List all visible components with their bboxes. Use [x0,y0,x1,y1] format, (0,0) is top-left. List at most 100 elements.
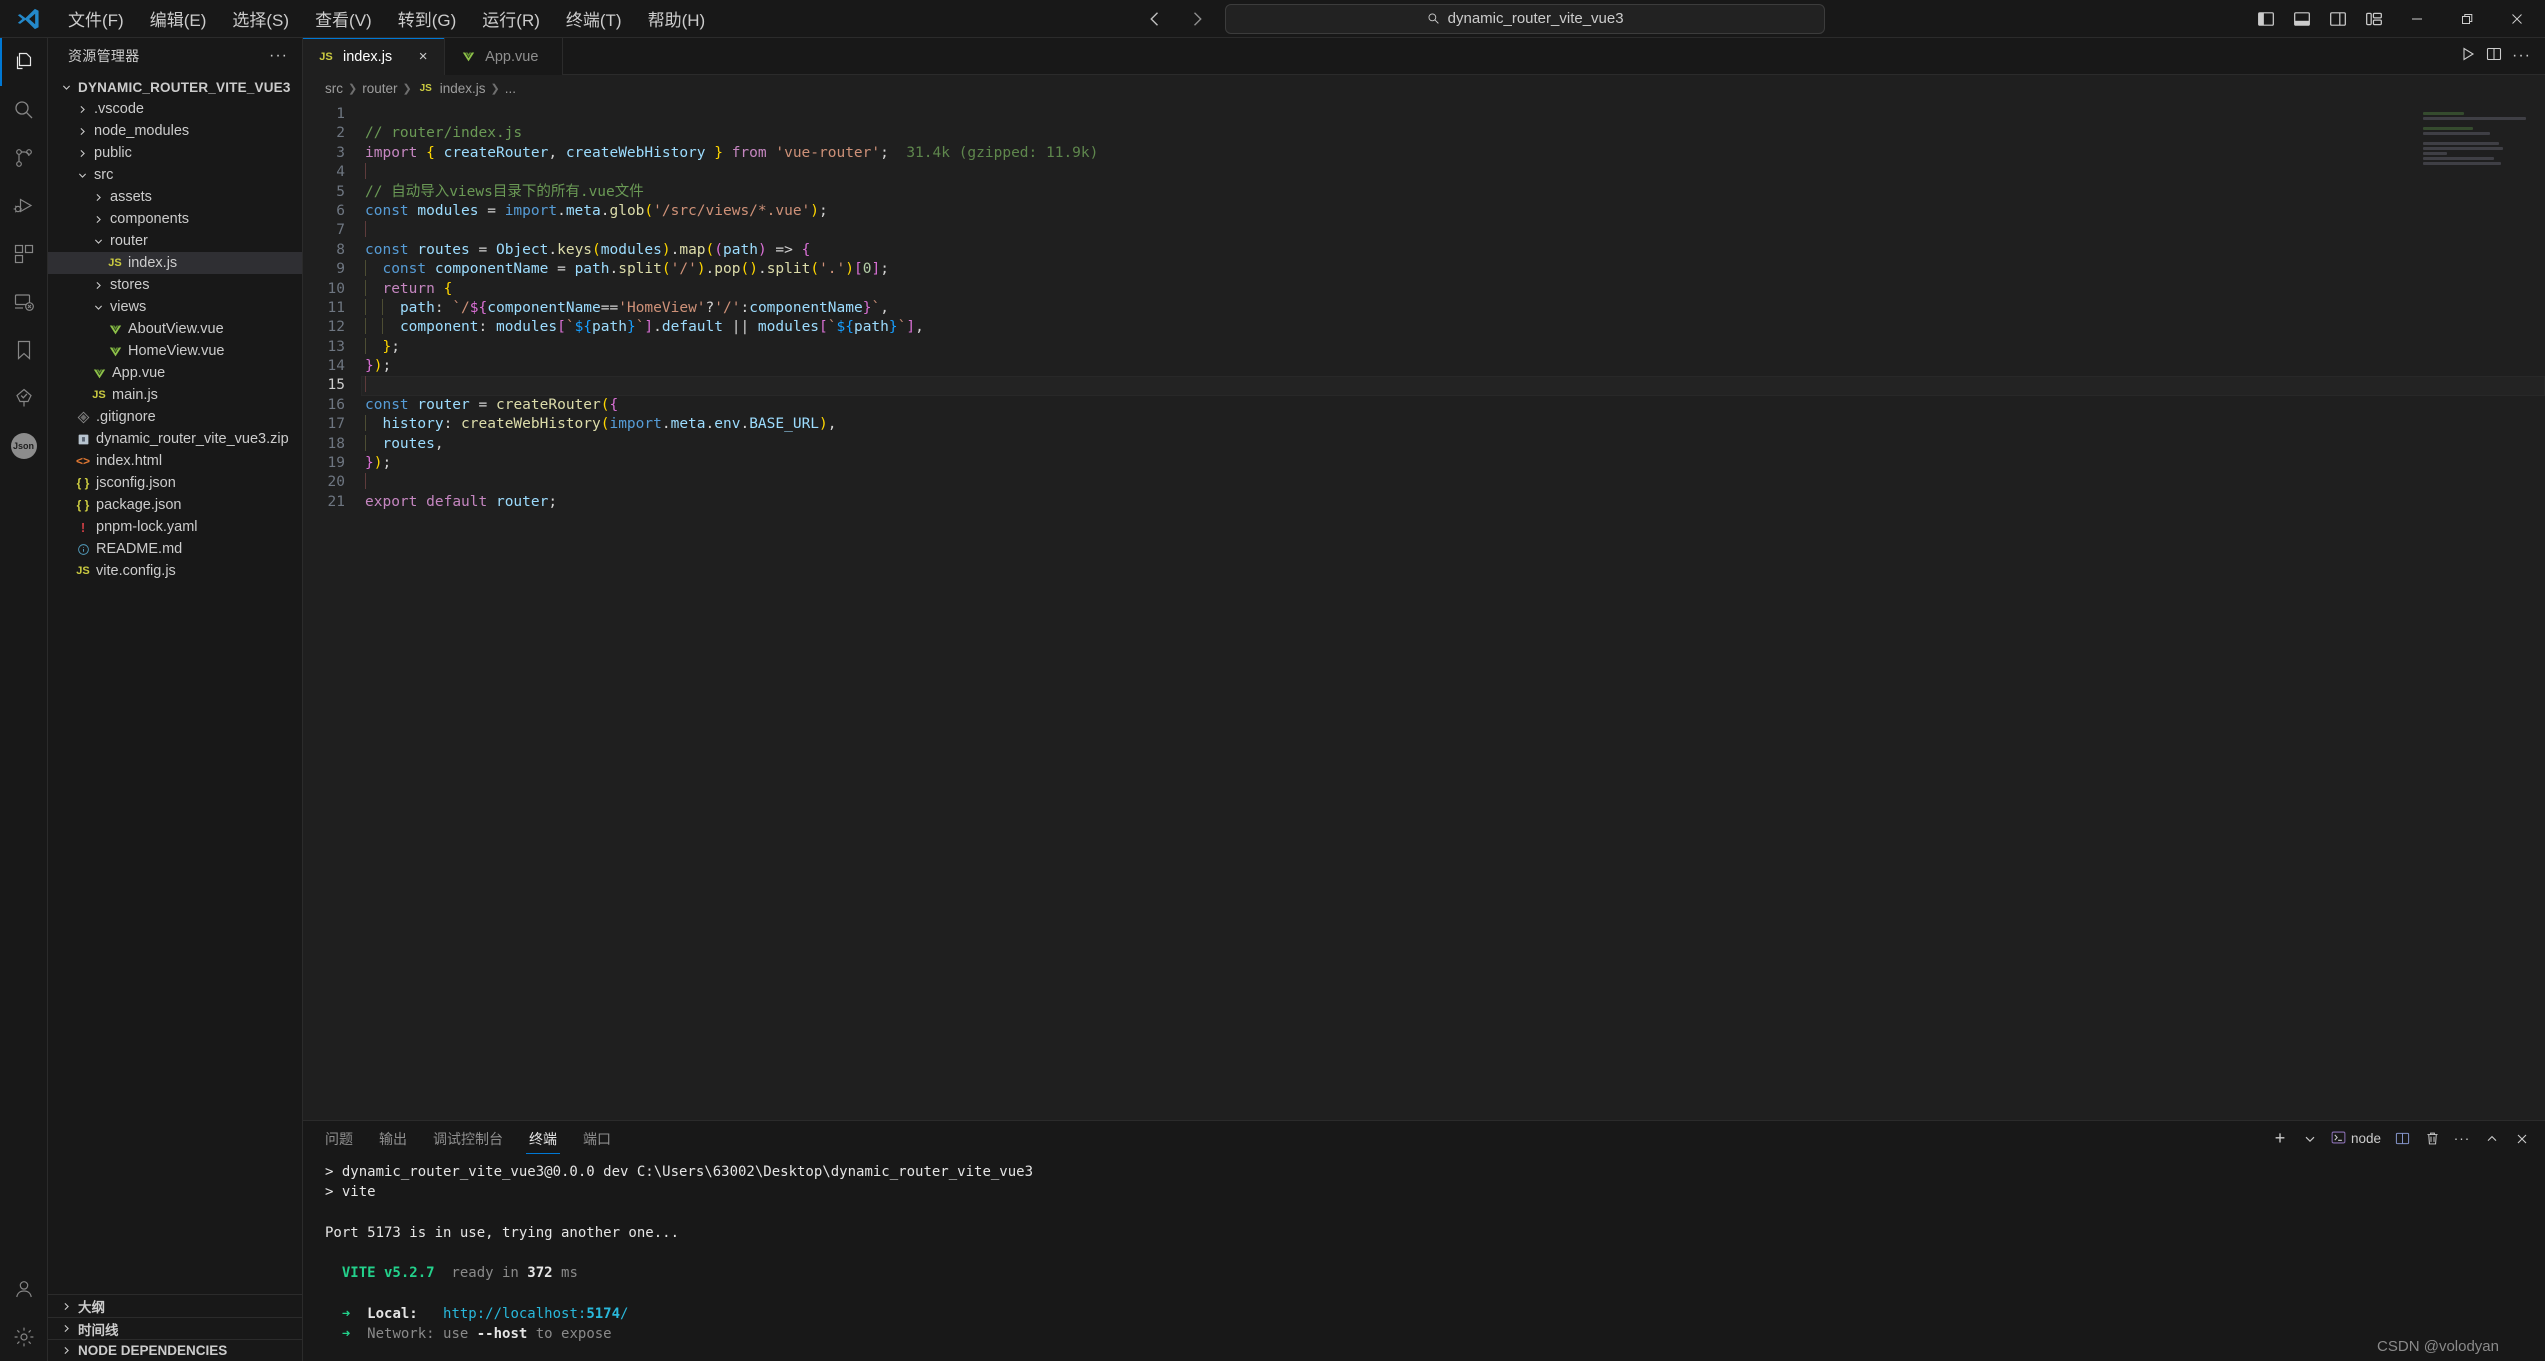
section-outline[interactable]: 大纲 [48,1295,302,1317]
toggle-secondary-sidebar-icon[interactable] [2321,4,2355,34]
menu-selection[interactable]: 选择(S) [220,2,301,35]
tree-item-readme-md[interactable]: README.md [48,538,302,560]
tree-item-stores[interactable]: stores [48,274,302,296]
tree-item-vscode[interactable]: .vscode [48,98,302,120]
menu-bar: 文件(F) 编辑(E) 选择(S) 查看(V) 转到(G) 运行(R) 终端(T… [56,2,717,35]
navigate-back-icon[interactable] [1141,5,1169,33]
breadcrumb-router[interactable]: router [362,81,397,96]
window-restore-button[interactable] [2443,0,2491,38]
tree-item-vite-config-js[interactable]: JS vite.config.js [48,560,302,582]
local-url-end[interactable]: / [620,1306,628,1322]
minimap[interactable] [2423,107,2531,167]
breadcrumb-symbol[interactable]: ... [505,81,516,96]
tree-item-package-json[interactable]: { } package.json [48,494,302,516]
panel-tab-output[interactable]: 输出 [379,1121,407,1156]
tree-item-label: HomeView.vue [128,343,225,359]
panel-tab-terminal[interactable]: 终端 [526,1121,560,1156]
editor-more-actions-icon[interactable]: ··· [2512,47,2531,65]
tree-item-jsconfig-json[interactable]: { } jsconfig.json [48,472,302,494]
run-file-icon[interactable] [2460,46,2476,67]
tabs-empty-space [563,38,2447,75]
tree-item-pnpm-lock-yaml[interactable]: ! pnpm-lock.yaml [48,516,302,538]
navigate-forward-icon[interactable] [1183,5,1211,33]
panel-tab-ports[interactable]: 端口 [583,1121,611,1156]
tree-root-folder[interactable]: DYNAMIC_ROUTER_VITE_VUE3 [48,76,302,98]
menu-view[interactable]: 查看(V) [303,2,384,35]
activity-extensions[interactable] [0,230,48,278]
trash-icon[interactable] [2419,1126,2445,1152]
terminal-output[interactable]: > dynamic_router_vite_vue3@0.0.0 dev C:\… [303,1156,2545,1361]
tree-item-app-vue[interactable]: App.vue [48,362,302,384]
local-port[interactable]: 5174 [586,1306,620,1322]
split-editor-icon[interactable] [2486,46,2502,67]
close-panel-icon[interactable] [2509,1126,2535,1152]
sidebar-more-actions-icon[interactable]: ··· [263,47,294,65]
tree-item-zip[interactable]: dynamic_router_vite_vue3.zip [48,428,302,450]
menu-edit[interactable]: 编辑(E) [138,2,219,35]
code-line-8: const routes = Object.keys(modules).map(… [365,241,811,258]
activity-settings[interactable] [0,1313,48,1361]
tree-item-router[interactable]: router [48,230,302,252]
tree-item-main-js[interactable]: JS main.js [48,384,302,406]
activity-bookmarks[interactable] [0,326,48,374]
tree-item-src[interactable]: src [48,164,302,186]
breadcrumb-src[interactable]: src [325,81,343,96]
tree-item-assets[interactable]: assets [48,186,302,208]
new-terminal-button[interactable]: + [2267,1126,2293,1152]
toggle-panel-icon[interactable] [2285,4,2319,34]
tree-item-label: src [94,167,114,183]
activity-accounts[interactable] [0,1265,48,1313]
panel-tab-problems[interactable]: 问题 [325,1121,353,1156]
local-url[interactable]: http://localhost: [418,1306,586,1322]
tree-item-index-js[interactable]: JS index.js [48,252,302,274]
activity-test-explorer[interactable] [0,374,48,422]
title-bar: 文件(F) 编辑(E) 选择(S) 查看(V) 转到(G) 运行(R) 终端(T… [0,0,2545,38]
menu-file[interactable]: 文件(F) [56,2,136,35]
panel-more-actions-icon[interactable]: ··· [2449,1126,2475,1152]
section-node-dependencies[interactable]: NODE DEPENDENCIES [48,1339,302,1361]
menu-help[interactable]: 帮助(H) [636,2,718,35]
breadcrumb-index-js[interactable]: index.js [440,81,486,96]
tab-close-icon[interactable]: × [414,48,432,65]
command-search-box[interactable]: dynamic_router_vite_vue3 [1225,3,1826,34]
activity-explorer[interactable] [0,38,48,86]
chevron-right-icon [74,127,90,136]
tree-item-aboutview-vue[interactable]: AboutView.vue [48,318,302,340]
line-number: 5 [336,183,345,200]
tree-item-components[interactable]: components [48,208,302,230]
tree-item-views[interactable]: views [48,296,302,318]
chevron-down-icon[interactable] [2297,1126,2323,1152]
chevron-right-icon: ❯ [402,82,412,95]
menu-terminal[interactable]: 终端(T) [554,2,634,35]
maximize-panel-icon[interactable] [2479,1126,2505,1152]
section-timeline[interactable]: 时间线 [48,1317,302,1339]
activity-source-control[interactable] [0,134,48,182]
activity-json-badge[interactable]: Json [0,422,48,470]
tree-item-homeview-vue[interactable]: HomeView.vue [48,340,302,362]
code-line-14: }); [365,358,392,375]
toggle-primary-sidebar-icon[interactable] [2249,4,2283,34]
menu-go[interactable]: 转到(G) [386,2,469,35]
tree-item-index-html[interactable]: <> index.html [48,450,302,472]
tree-item-gitignore[interactable]: .gitignore [48,406,302,428]
terminal-shell-indicator[interactable]: node [2327,1126,2385,1152]
tab-app-vue[interactable]: App.vue [445,38,564,75]
section-label: 时间线 [78,1322,119,1338]
activity-remote-explorer[interactable] [0,278,48,326]
search-input-value: dynamic_router_vite_vue3 [1447,10,1624,27]
tab-index-js[interactable]: JS index.js × [303,38,446,75]
window-close-button[interactable] [2493,0,2541,38]
split-terminal-icon[interactable] [2389,1126,2415,1152]
section-label: NODE DEPENDENCIES [78,1343,228,1358]
code-editor[interactable]: 1 2 3 4 5 6 7 8 9 10 11 12 13 14 15 16 1… [303,101,2545,1120]
panel-tab-debug-console[interactable]: 调试控制台 [433,1121,503,1156]
window-minimize-button[interactable] [2393,0,2441,38]
ready-ms: 372 [527,1265,553,1282]
customize-layout-icon[interactable] [2357,4,2391,34]
activity-run-and-debug[interactable] [0,182,48,230]
tree-item-label: .vscode [94,101,144,117]
tree-item-public[interactable]: public [48,142,302,164]
tree-item-node_modules[interactable]: node_modules [48,120,302,142]
activity-search[interactable] [0,86,48,134]
menu-run[interactable]: 运行(R) [470,2,552,35]
